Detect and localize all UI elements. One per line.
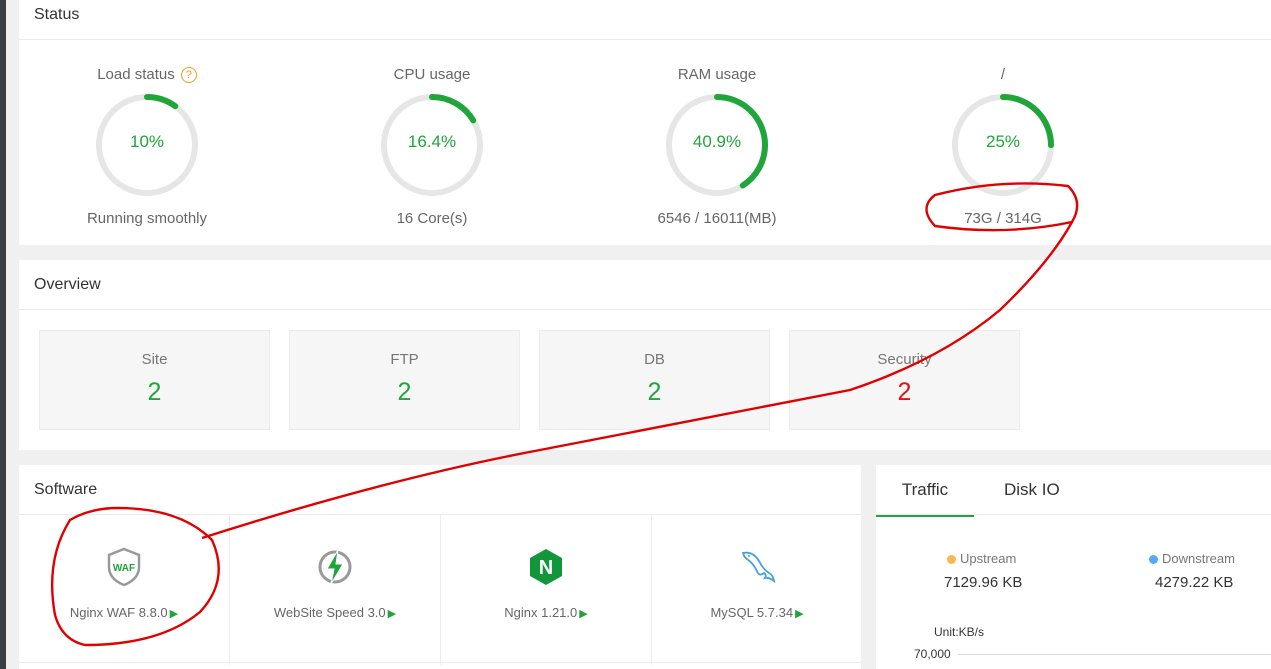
software-nginx[interactable]: N Nginx 1.21.0 ▶ (441, 515, 652, 665)
cpu-usage-gauge[interactable]: CPU usage 16.4% 16 Core(s) (352, 64, 512, 230)
software-nginx-name: Nginx 1.21.0 (504, 605, 578, 620)
traffic-gridline (958, 654, 1271, 655)
cpu-usage-value: 16.4% (407, 132, 457, 151)
overview-db-label: DB (644, 351, 665, 368)
software-mysql[interactable]: MySQL 5.7.34 ▶ (652, 515, 862, 665)
play-icon[interactable]: ▶ (795, 608, 803, 620)
ram-usage-ring: 40.9% (664, 92, 770, 198)
traffic-y-tick: 70,000 (914, 647, 951, 661)
software-website-speed[interactable]: WebSite Speed 3.0 ▶ (230, 515, 441, 665)
tab-traffic[interactable]: Traffic (876, 465, 974, 517)
software-nginx-waf-name: Nginx WAF 8.8.0 (69, 605, 168, 620)
cpu-usage-label: CPU usage (393, 66, 471, 83)
downstream-legend: Downstream (1149, 551, 1235, 566)
load-status-ring: 10% (94, 92, 200, 198)
mysql-dolphin-icon (737, 547, 777, 587)
play-icon[interactable]: ▶ (388, 608, 396, 620)
lightning-icon (315, 547, 355, 587)
waf-icon-text: WAF (113, 563, 135, 574)
play-icon[interactable]: ▶ (170, 608, 178, 620)
ram-usage-gauge[interactable]: RAM usage 40.9% 6546 / 16011(MB) (637, 64, 797, 230)
overview-db-count[interactable]: 2 (540, 378, 769, 407)
status-panel: Status Load status? 10% Running smoothly… (19, 0, 1271, 245)
upstream-label: Upstream (960, 551, 1017, 566)
disk-mount-label: / (1000, 66, 1006, 83)
help-icon[interactable]: ? (180, 67, 197, 84)
upstream-legend: Upstream (947, 551, 1016, 566)
disk-usage-value: 25% (985, 132, 1021, 151)
overview-db-card[interactable]: DB 2 (539, 330, 770, 430)
overview-site-label: Site (141, 351, 168, 368)
disk-usage-gauge[interactable]: / 25% 73G / 314G (923, 64, 1083, 230)
nginx-icon-text: N (539, 557, 553, 579)
disk-usage-text: 73G / 314G (964, 210, 1042, 227)
overview-site-card[interactable]: Site 2 (39, 330, 270, 430)
downstream-dot (1149, 555, 1158, 565)
cpu-cores-text: 16 Core(s) (396, 210, 468, 227)
ram-usage-text: 6546 / 16011(MB) (657, 210, 777, 227)
cpu-usage-ring: 16.4% (379, 92, 485, 198)
waf-shield-icon: WAF (104, 547, 144, 587)
load-status-label: Load status (97, 66, 175, 83)
software-website-speed-name: WebSite Speed 3.0 (273, 605, 386, 620)
overview-panel: Overview Site 2 FTP 2 DB 2 Security 2 (19, 260, 1271, 450)
nginx-icon: N (526, 547, 566, 587)
load-status-text: Running smoothly (86, 210, 208, 227)
overview-title: Overview (34, 276, 101, 293)
traffic-panel: Traffic Disk IO Upstream 7129.96 KB Down… (876, 465, 1271, 669)
overview-security-card[interactable]: Security 2 (789, 330, 1020, 430)
overview-security-count[interactable]: 2 (790, 378, 1019, 407)
tab-disk-io[interactable]: Disk IO (1004, 465, 1060, 515)
traffic-unit-label: Unit:KB/s (934, 625, 985, 639)
software-panel: Software WAF Nginx WAF 8.8.0 ▶ WebSite Sp… (19, 465, 861, 669)
downstream-value: 4279.22 KB (1155, 574, 1234, 591)
downstream-label: Downstream (1162, 551, 1235, 566)
overview-ftp-count[interactable]: 2 (290, 378, 519, 407)
software-mysql-name: MySQL 5.7.34 (710, 605, 794, 620)
upstream-dot (947, 555, 956, 565)
left-sidebar-edge (0, 0, 6, 669)
status-title: Status (34, 6, 80, 23)
load-status-value: 10% (129, 132, 165, 151)
play-icon[interactable]: ▶ (579, 608, 587, 620)
disk-usage-ring: 25% (950, 92, 1056, 198)
overview-site-count[interactable]: 2 (40, 378, 269, 407)
ram-usage-value: 40.9% (692, 132, 742, 151)
overview-ftp-card[interactable]: FTP 2 (289, 330, 520, 430)
software-nginx-waf[interactable]: WAF Nginx WAF 8.8.0 ▶ (19, 515, 230, 665)
ram-usage-label: RAM usage (677, 66, 757, 83)
software-title: Software (34, 481, 98, 498)
overview-ftp-label: FTP (390, 351, 419, 368)
load-status-gauge[interactable]: Load status? 10% Running smoothly (67, 64, 227, 230)
overview-security-label: Security (877, 351, 932, 368)
upstream-value: 7129.96 KB (944, 574, 1023, 591)
